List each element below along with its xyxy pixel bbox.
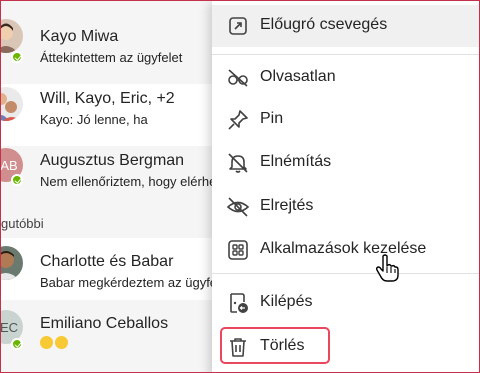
presence-available-icon (11, 174, 23, 186)
window-frame: Kayo Miwa Áttekintettem az ügyfelet Will… (0, 0, 480, 373)
avatar-photo (1, 246, 23, 280)
chat-preview: Babar megkérdeztem az ügyfelet (40, 275, 231, 290)
chat-name: Augusztus Bergman (40, 152, 185, 169)
chat-preview: Áttekintettem az ügyfelet (40, 50, 183, 65)
context-menu: Előugró csevegés Olvasatlan Pin Elnémítá… (212, 1, 479, 372)
chat-name: Will, Kayo, Eric, +2 (40, 90, 175, 107)
menu-item-leave[interactable]: Kilépés (212, 282, 479, 324)
avatar (1, 246, 23, 280)
menu-item-label: Pin (260, 110, 284, 127)
chat-name: Emiliano Ceballos (40, 315, 169, 332)
menu-item-mute[interactable]: Elnémítás (212, 142, 479, 184)
group-avatar (1, 87, 23, 121)
menu-item-label: Kilépés (260, 293, 313, 310)
menu-item-manage-apps[interactable]: Alkalmazások kezelése (212, 229, 479, 271)
pin-icon (228, 110, 248, 130)
chat-preview: Nem ellenőriztem, hogy elérhető-e (40, 174, 239, 189)
chat-preview-emoji (40, 335, 70, 350)
unread-glasses-icon (228, 69, 248, 87)
menu-item-mark-unread[interactable]: Olvasatlan (212, 57, 479, 99)
delete-highlight-outline (220, 327, 330, 364)
menu-item-popout-chat[interactable]: Előugró csevegés (212, 5, 479, 47)
menu-item-label: Elrejtés (260, 197, 314, 214)
laughing-emoji-icon (40, 336, 53, 349)
presence-available-icon (11, 51, 23, 63)
group-avatar-photo (1, 87, 23, 121)
chat-name: Kayo Miwa (40, 28, 119, 45)
menu-divider (212, 273, 479, 274)
bell-off-icon (228, 153, 248, 173)
menu-item-hide[interactable]: Elrejtés (212, 186, 479, 228)
chat-name: Charlotte és Babar (40, 253, 174, 270)
laughing-emoji-icon (55, 336, 68, 349)
apps-grid-icon (228, 240, 248, 260)
leave-chat-icon (230, 293, 248, 313)
popout-icon (229, 17, 247, 35)
avatar-photo (1, 19, 23, 53)
hand-pointer-cursor-icon (375, 254, 399, 282)
presence-available-icon (11, 338, 23, 350)
menu-item-label: Előugró csevegés (260, 16, 388, 33)
chat-preview: Kayo: Jó lenne, ha (40, 112, 148, 127)
section-label-recent: gutóbbi (1, 216, 44, 231)
avatar (1, 19, 23, 53)
menu-item-pin[interactable]: Pin (212, 99, 479, 141)
menu-item-label: Elnémítás (260, 153, 332, 170)
eye-off-icon (226, 197, 250, 217)
menu-divider (212, 54, 479, 55)
menu-item-label: Olvasatlan (260, 68, 336, 85)
